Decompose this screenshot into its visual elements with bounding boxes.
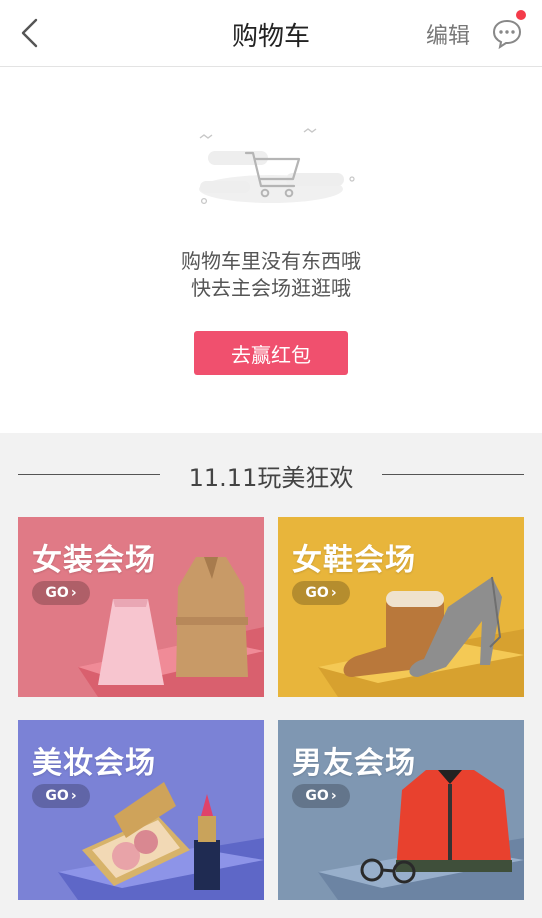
- go-label: GO: [305, 788, 329, 804]
- empty-cart-panel: 购物车里没有东西哦 快去主会场逛逛哦 去赢红包: [0, 67, 542, 433]
- go-label: GO: [305, 585, 329, 601]
- tile-label: 女装会场: [32, 543, 156, 578]
- tile-label: 美妆会场: [32, 746, 156, 781]
- chat-bubble-icon[interactable]: [490, 16, 524, 50]
- go-label: GO: [45, 788, 69, 804]
- empty-message-line-1: 购物车里没有东西哦: [181, 249, 361, 273]
- go-button[interactable]: GO ›: [32, 784, 90, 808]
- tile-label: 男友会场: [292, 746, 416, 781]
- chevron-right-icon: ›: [70, 585, 77, 601]
- go-label: GO: [45, 585, 69, 601]
- edit-button[interactable]: 编辑: [426, 18, 470, 50]
- section-divider-right: [382, 474, 524, 475]
- go-button[interactable]: GO ›: [292, 784, 350, 808]
- promo-tile-womens-shoes[interactable]: 女鞋会场 GO ›: [278, 517, 524, 697]
- go-button[interactable]: GO ›: [32, 581, 90, 605]
- empty-message-line-2: 快去主会场逛逛哦: [191, 276, 351, 300]
- tile-label: 女鞋会场: [292, 543, 416, 578]
- chevron-right-icon: ›: [330, 788, 337, 804]
- promo-tile-menswear[interactable]: 男友会场 GO ›: [278, 720, 524, 900]
- chevron-right-icon: ›: [70, 788, 77, 804]
- empty-cart-icon: [199, 128, 355, 205]
- chevron-right-icon: ›: [330, 585, 337, 601]
- win-red-packet-button[interactable]: 去赢红包: [194, 331, 348, 375]
- top-navigation-bar: 购物车 编辑: [0, 0, 542, 67]
- go-button[interactable]: GO ›: [292, 581, 350, 605]
- notification-dot: [516, 10, 526, 20]
- promo-tile-womens-wear[interactable]: 女装会场 GO ›: [18, 517, 264, 697]
- promo-tile-beauty[interactable]: 美妆会场 GO ›: [18, 720, 264, 900]
- promo-section-title: 11.11玩美狂欢: [188, 464, 354, 492]
